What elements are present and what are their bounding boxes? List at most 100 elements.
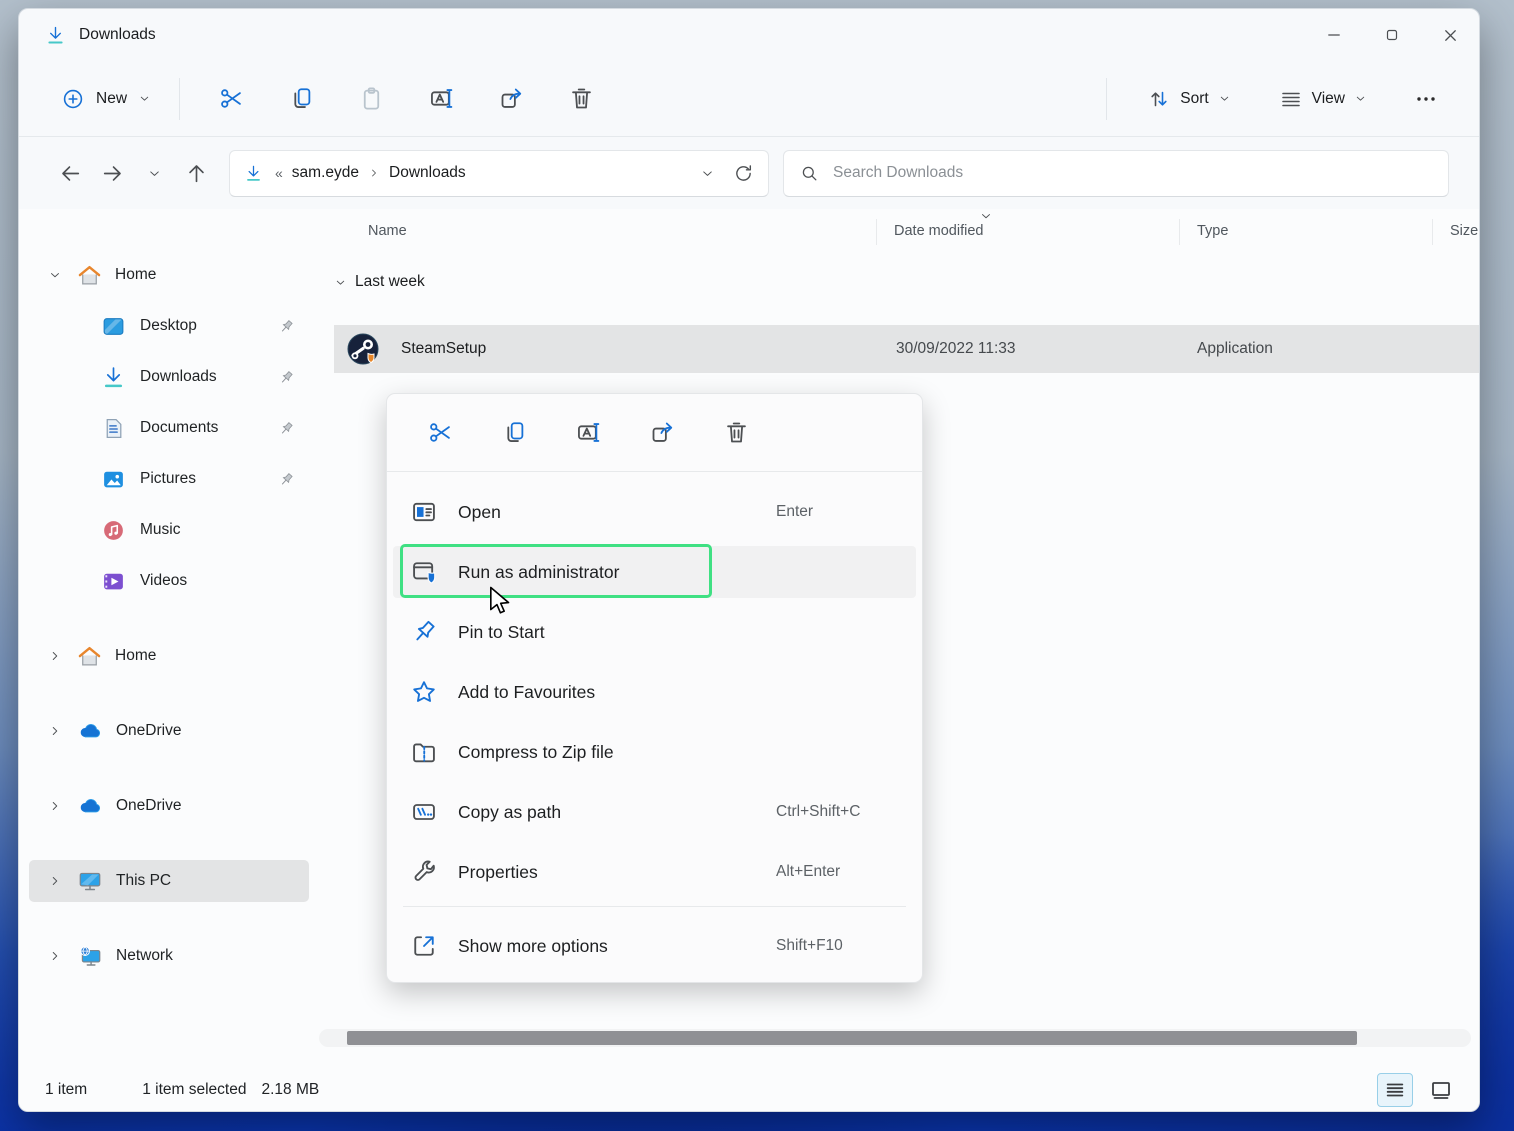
network-icon [77,943,103,969]
sort-button-label: Sort [1180,90,1208,108]
cut-button[interactable] [403,407,477,459]
view-toggles [1377,1073,1459,1107]
rename-button[interactable] [551,407,625,459]
column-header-name[interactable]: Name [368,223,407,239]
sort-button[interactable]: Sort [1135,78,1242,120]
menu-item-compress-to-zip[interactable]: Compress to Zip file [393,726,916,778]
sidebar-item-music[interactable]: Music [29,509,309,551]
menu-item-open[interactable]: Open Enter [393,486,916,538]
menu-item-pin-to-start[interactable]: Pin to Start [393,606,916,658]
sidebar-item-this-pc[interactable]: This PC [29,860,309,902]
share-button[interactable] [625,407,699,459]
plus-circle-icon [61,87,85,111]
sidebar-item-label: Home [115,647,156,665]
sidebar-item-network[interactable]: Network [29,935,309,977]
search-input[interactable] [833,164,1432,182]
file-explorer-window: Downloads New [18,8,1480,1112]
address-bar[interactable]: « sam.eyde Downloads [229,150,769,197]
breadcrumb-chevron-icon [365,167,383,179]
horizontal-scrollbar[interactable] [319,1029,1471,1047]
chevron-down-icon [138,92,151,105]
sort-icon [1147,87,1171,111]
scrollbar-thumb[interactable] [347,1031,1357,1045]
forward-button[interactable] [91,153,133,193]
column-header-type[interactable]: Type [1197,223,1228,239]
pin-icon [278,318,295,335]
sidebar-item-label: OneDrive [116,797,181,815]
chevron-down-icon[interactable] [43,268,67,282]
share-button[interactable] [485,77,537,121]
menu-item-show-more-options[interactable]: Show more options Shift+F10 [393,920,916,972]
breadcrumb-user[interactable]: sam.eyde [286,160,365,186]
maximize-button[interactable] [1363,9,1421,61]
new-button[interactable]: New [49,78,163,120]
sidebar-item-onedrive-1[interactable]: OneDrive [29,710,309,752]
back-button[interactable] [49,153,91,193]
sidebar-item-pictures[interactable]: Pictures [29,458,309,500]
home-icon [77,644,102,669]
paste-button[interactable] [345,77,397,121]
details-view-button[interactable] [1377,1073,1413,1107]
status-bar: 1 item 1 item selected 2.18 MB [19,1069,1479,1111]
view-button[interactable]: View [1267,78,1379,120]
chevron-right-icon[interactable] [43,874,67,888]
column-divider[interactable] [1179,219,1180,245]
large-icons-view-button[interactable] [1423,1073,1459,1107]
rename-button[interactable] [415,77,467,121]
column-divider[interactable] [876,219,877,245]
sidebar-item-desktop[interactable]: Desktop [29,305,309,347]
menu-item-label: Open [458,502,501,523]
copy-button[interactable] [275,77,327,121]
recent-locations-chevron[interactable] [133,153,175,193]
show-more-options-icon [409,932,439,960]
breadcrumb-folder[interactable]: Downloads [383,160,472,186]
menu-item-label: Properties [458,862,538,883]
column-header-date-modified[interactable]: Date modified [894,223,983,239]
sidebar-tree-group: Home OneDrive [19,635,319,977]
chevron-right-icon[interactable] [43,799,67,813]
copy-as-path-icon [409,798,439,826]
chevron-right-icon[interactable] [43,949,67,963]
menu-separator [403,906,906,907]
more-options-button[interactable] [1400,77,1452,121]
refresh-icon[interactable] [733,163,754,184]
sidebar-item-home-tree[interactable]: Home [29,635,309,677]
file-row-steamsetup[interactable]: SteamSetup 30/09/2022 11:33 Application [334,325,1479,373]
wrench-icon [409,858,439,886]
sidebar-item-label: Network [116,947,173,965]
chevron-right-icon[interactable] [43,724,67,738]
menu-item-label: Show more options [458,936,608,957]
group-header-last-week[interactable]: Last week [334,273,425,291]
sidebar-item-onedrive-2[interactable]: OneDrive [29,785,309,827]
sidebar-item-videos[interactable]: Videos [29,560,309,602]
chevron-down-icon[interactable] [334,276,347,289]
toolbar: New Sort [19,61,1479,137]
sidebar-item-downloads[interactable]: Downloads [29,356,309,398]
search-box [783,150,1449,197]
chevron-right-icon[interactable] [43,649,67,663]
pin-icon [278,471,295,488]
sidebar-item-home[interactable]: Home [29,254,309,296]
menu-item-label: Run as administrator [458,562,619,583]
context-menu: Open Enter Run as administrator Pin to S… [386,393,923,983]
minimize-button[interactable] [1305,9,1363,61]
address-dropdown-chevron[interactable] [700,166,715,181]
copy-button[interactable] [477,407,551,459]
downloads-folder-icon [45,25,66,46]
menu-item-add-to-favourites[interactable]: Add to Favourites [393,666,916,718]
up-button[interactable] [175,153,217,193]
breadcrumb-overflow[interactable]: « [272,165,286,181]
menu-item-run-as-administrator[interactable]: Run as administrator [393,546,916,598]
menu-item-copy-as-path[interactable]: Copy as path Ctrl+Shift+C [393,786,916,838]
close-button[interactable] [1421,9,1479,61]
sidebar-item-label: Videos [140,572,187,590]
delete-button[interactable] [699,407,773,459]
sidebar-item-documents[interactable]: Documents [29,407,309,449]
menu-item-shortcut: Ctrl+Shift+C [776,803,860,821]
menu-item-properties[interactable]: Properties Alt+Enter [393,846,916,898]
column-divider[interactable] [1432,219,1433,245]
delete-button[interactable] [555,77,607,121]
cut-button[interactable] [205,77,257,121]
file-type: Application [1197,340,1273,358]
column-header-size[interactable]: Size [1450,223,1479,239]
